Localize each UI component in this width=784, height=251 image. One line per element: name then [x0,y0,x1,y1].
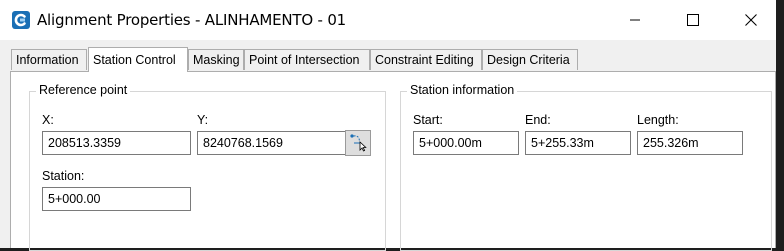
x-label: X: [42,113,54,127]
x-coordinate-field[interactable]: 208513.3359 [42,131,191,155]
background-edge [776,0,784,248]
y-label: Y: [197,113,209,127]
end-label: End: [525,113,551,127]
y-coordinate-field[interactable]: 8240768.1569 [197,131,346,155]
station-information-legend: Station information [407,83,518,97]
window-title: Alignment Properties - ALINHAMENTO - 01 [37,11,347,29]
start-station-field: 5+000.00m [413,131,519,155]
tab-information[interactable]: Information [11,49,87,70]
maximize-button[interactable] [664,0,722,40]
start-label: Start: [413,113,443,127]
close-button[interactable] [722,0,780,40]
maximize-icon [687,14,699,26]
reference-point-legend: Reference point [36,83,131,97]
length-label: Length: [637,113,679,127]
tab-station-control[interactable]: Station Control [88,47,188,72]
tab-constraint-editing[interactable]: Constraint Editing [370,49,482,70]
station-information-group: Station information Start: 5+000.00m End… [400,83,772,251]
pick-point-icon [348,132,368,155]
length-field: 255.326m [637,131,743,155]
tab-masking[interactable]: Masking [188,49,244,70]
close-icon [745,14,757,26]
reference-point-group: Reference point X: 208513.3359 Y: 824076… [29,83,386,251]
title-bar[interactable]: Alignment Properties - ALINHAMENTO - 01 [0,0,776,40]
tab-strip: Information Station Control Masking Poin… [0,47,776,72]
minimize-button[interactable] [606,0,664,40]
pick-point-button[interactable] [345,130,371,156]
station-field[interactable]: 5+000.00 [42,187,191,211]
station-control-panel: Reference point X: 208513.3359 Y: 824076… [10,71,776,251]
station-label: Station: [42,169,85,183]
tab-point-of-intersection[interactable]: Point of Intersection [244,49,370,70]
end-station-field: 5+255.33m [525,131,631,155]
tab-design-criteria[interactable]: Design Criteria [482,49,578,70]
alignment-properties-window: Alignment Properties - ALINHAMENTO - 01 … [0,0,776,251]
civil-app-icon [11,10,31,30]
minimize-icon [629,14,641,26]
